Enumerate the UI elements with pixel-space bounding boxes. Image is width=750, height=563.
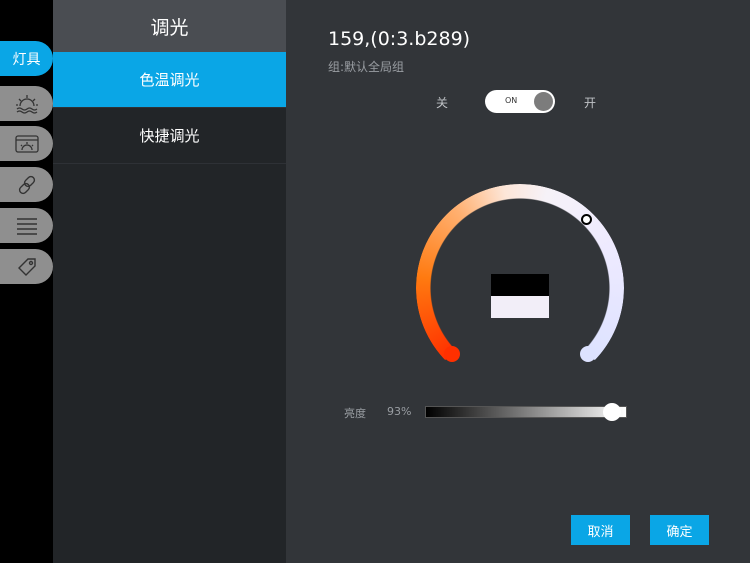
color-temp-handle[interactable] <box>581 214 592 225</box>
tab-tag[interactable] <box>0 249 53 284</box>
menu-title: 调光 <box>53 0 286 52</box>
tab-link[interactable] <box>0 167 53 202</box>
wheel-end-cool <box>580 346 596 362</box>
toggle-knob <box>534 92 553 111</box>
cancel-button[interactable]: 取消 <box>571 515 630 545</box>
tab-list[interactable] <box>0 208 53 243</box>
device-group: 组:默认全局组 <box>328 60 405 74</box>
side-rail: 灯具 <box>0 0 53 563</box>
brightness-slider[interactable] <box>425 403 627 421</box>
toggle-text: ON <box>505 96 518 105</box>
sunrise-icon <box>15 94 38 114</box>
power-toggle[interactable]: ON <box>485 90 555 113</box>
menu-item-color-temp[interactable]: 色温调光 <box>53 52 286 108</box>
tag-icon <box>17 257 36 276</box>
device-title: 159,(0:3.b289) <box>328 28 471 50</box>
link-icon <box>18 175 35 194</box>
on-label: 开 <box>584 96 597 110</box>
wheel-end-warm <box>444 346 460 362</box>
scene-icon <box>14 134 39 153</box>
brightness-thumb[interactable] <box>603 403 621 421</box>
confirm-button[interactable]: 确定 <box>650 515 709 545</box>
brightness-value: 93% <box>387 405 412 418</box>
tab-sunrise[interactable] <box>0 86 53 121</box>
list-icon <box>16 217 37 235</box>
menu-panel: 调光 色温调光 快捷调光 <box>53 0 286 563</box>
menu-item-quick-dimming[interactable]: 快捷调光 <box>53 108 286 164</box>
color-swatch-current <box>491 296 549 318</box>
detail-panel: 159,(0:3.b289) 组:默认全局组 关 ON 开 亮度 93% 取消 … <box>286 0 750 563</box>
color-swatch-previous <box>491 274 549 296</box>
brightness-label: 亮度 <box>344 407 366 420</box>
tab-lamps[interactable]: 灯具 <box>0 41 53 76</box>
tab-scene[interactable] <box>0 126 53 161</box>
off-label: 关 <box>436 96 449 110</box>
